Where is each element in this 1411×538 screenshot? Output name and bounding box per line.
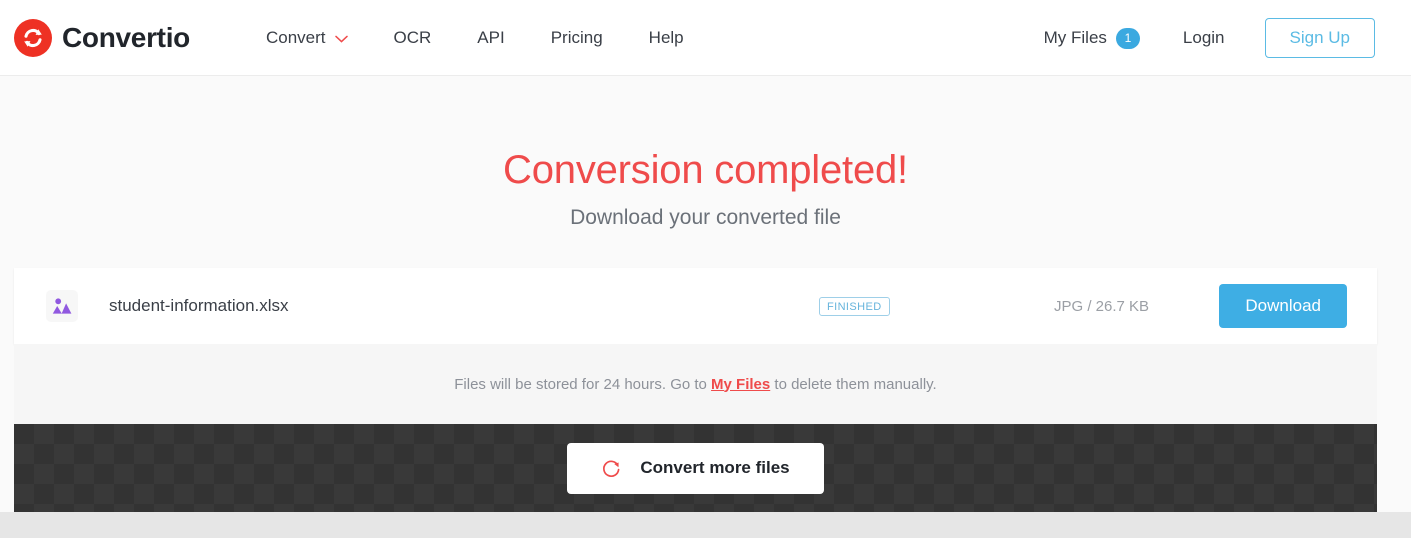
- convertio-page: Convertio Convert OCR API Pricing Help M…: [0, 0, 1411, 538]
- brand-logo-link[interactable]: Convertio: [14, 18, 190, 57]
- page-bottom-strip: [0, 512, 1411, 538]
- convert-more-files-button[interactable]: Convert more files: [567, 442, 824, 494]
- nav-item-ocr[interactable]: OCR: [394, 28, 432, 48]
- file-format-size: JPG / 26.7 KB: [1054, 297, 1150, 315]
- nav-item-help[interactable]: Help: [649, 28, 684, 48]
- storage-notice-text-after: to delete them manually.: [770, 375, 937, 393]
- nav-item-convert[interactable]: Convert: [266, 28, 348, 48]
- storage-notice-text: Files will be stored for 24 hours. Go to…: [454, 376, 936, 393]
- file-name: student-information.xlsx: [109, 296, 289, 315]
- nav-item-api-label: API: [477, 27, 505, 47]
- my-files-label: My Files: [1043, 28, 1107, 47]
- hero-section: Conversion completed! Download your conv…: [0, 76, 1411, 230]
- login-link[interactable]: Login: [1183, 28, 1225, 48]
- status-badge: FINISHED: [819, 296, 890, 316]
- brand-name: Convertio: [62, 21, 190, 53]
- nav-item-api[interactable]: API: [477, 28, 504, 48]
- convertio-refresh-logo-icon: [14, 18, 52, 57]
- image-file-icon: [46, 290, 78, 322]
- converted-file-row: student-information.xlsx FINISHED JPG / …: [14, 268, 1377, 344]
- page-subtitle: Download your converted file: [570, 206, 841, 229]
- nav-item-help-label: Help: [648, 27, 684, 47]
- refresh-icon: [601, 458, 622, 479]
- storage-notice: Files will be stored for 24 hours. Go to…: [14, 344, 1377, 424]
- nav-item-convert-label: Convert: [265, 27, 326, 47]
- my-files-count-badge: 1: [1115, 27, 1140, 49]
- convert-more-files-label: Convert more files: [640, 458, 790, 477]
- download-button[interactable]: Download: [1219, 284, 1347, 328]
- sign-up-button[interactable]: Sign Up: [1264, 18, 1375, 58]
- page-title: Conversion completed!: [503, 148, 908, 192]
- file-identity: student-information.xlsx: [46, 290, 289, 322]
- header-account-area: My Files 1 Login Sign Up: [1044, 0, 1375, 76]
- convert-more-section: Convert more files: [14, 424, 1377, 512]
- nav-item-ocr-label: OCR: [393, 27, 432, 47]
- my-files-link[interactable]: My Files 1: [1043, 27, 1140, 49]
- site-header: Convertio Convert OCR API Pricing Help M…: [0, 0, 1411, 76]
- nav-item-pricing-label: Pricing: [550, 27, 603, 47]
- nav-item-pricing[interactable]: Pricing: [551, 28, 603, 48]
- my-files-inline-link[interactable]: My Files: [711, 376, 770, 393]
- storage-notice-text-before: Files will be stored for 24 hours. Go to: [454, 375, 712, 393]
- chevron-down-icon: [334, 28, 348, 48]
- main-navigation: Convert OCR API Pricing Help: [266, 28, 684, 48]
